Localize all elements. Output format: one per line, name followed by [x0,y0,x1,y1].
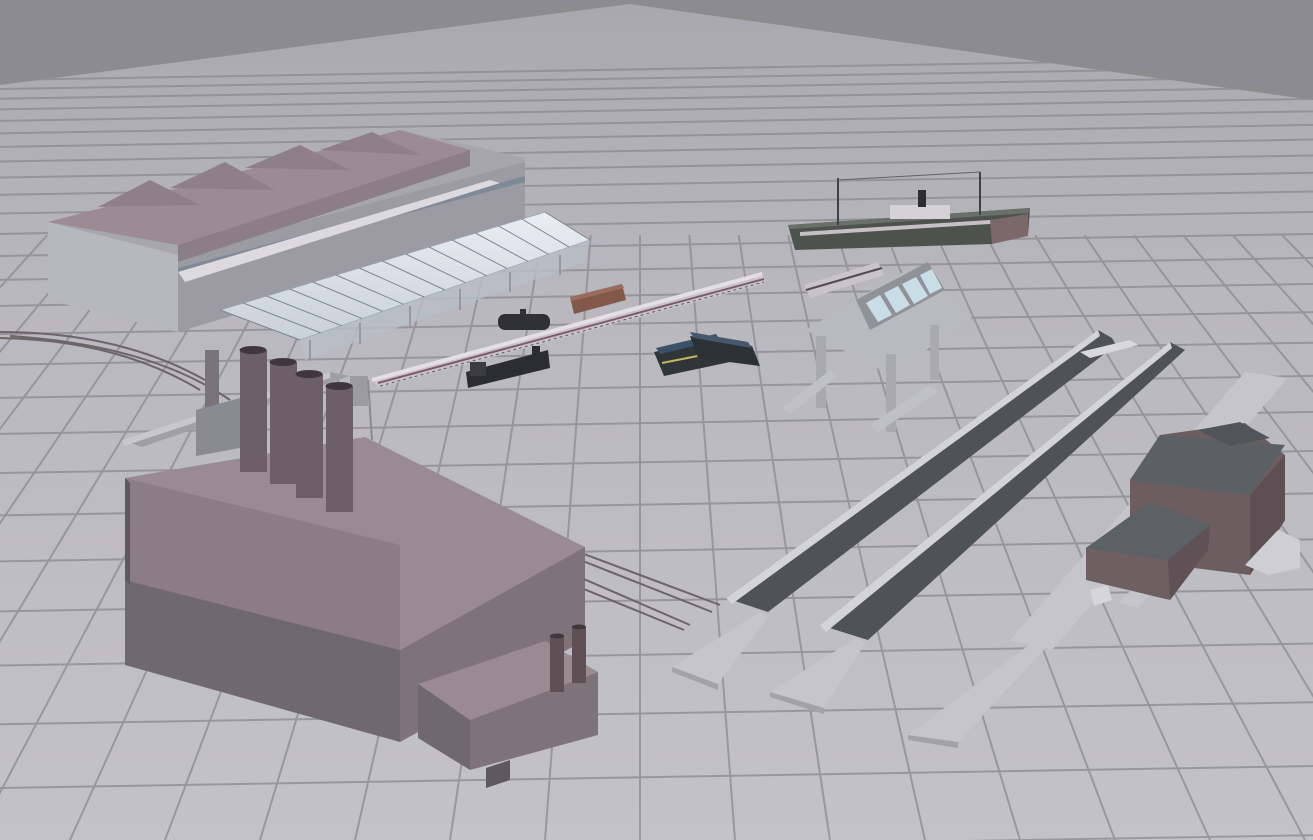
smokestack-3 [296,374,323,498]
3d-viewport[interactable] [0,0,1313,840]
smokestack-1 [240,350,267,472]
smokestack-4 [326,386,353,512]
smokestack-2 [270,362,297,484]
